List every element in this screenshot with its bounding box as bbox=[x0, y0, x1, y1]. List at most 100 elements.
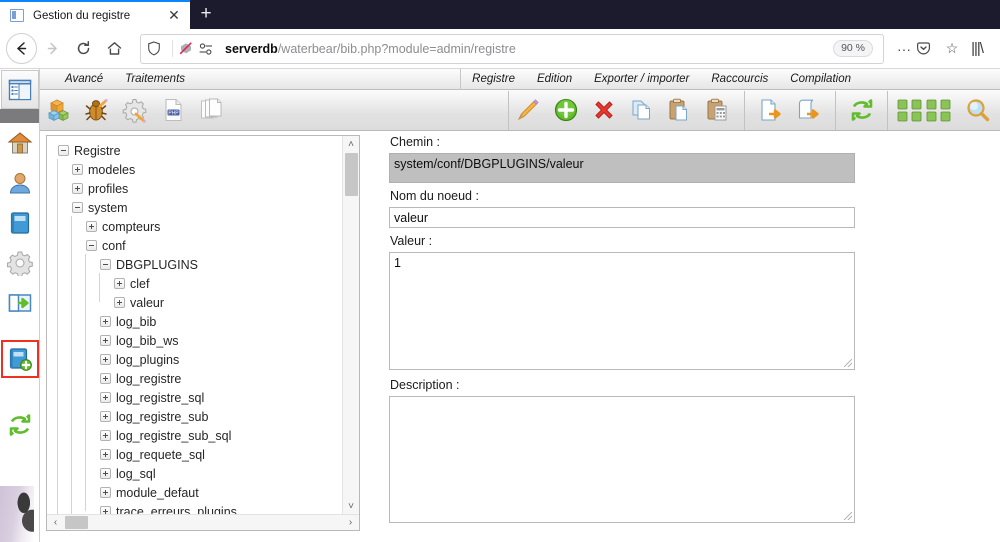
tree-node[interactable]: log_registre_sub bbox=[53, 407, 342, 426]
tree-node[interactable]: valeur bbox=[53, 293, 342, 312]
tree-node-list[interactable]: Registre modeles profiles system compteurs co… bbox=[47, 136, 342, 514]
tree-node[interactable]: log_plugins bbox=[53, 350, 342, 369]
tree-node[interactable]: log_bib_ws bbox=[53, 331, 342, 350]
php-file-icon[interactable]: PHP bbox=[154, 91, 192, 130]
back-icon[interactable] bbox=[6, 33, 37, 64]
tree-node[interactable]: trace_erreurs_plugins bbox=[53, 502, 342, 514]
tree-expand-icon[interactable] bbox=[100, 430, 111, 441]
tree-node[interactable]: compteurs bbox=[53, 217, 342, 236]
debug-bug-icon[interactable] bbox=[78, 91, 116, 130]
shield-icon[interactable] bbox=[147, 41, 167, 56]
scroll-down-icon[interactable]: ˅ bbox=[343, 498, 360, 514]
tree-expand-icon[interactable] bbox=[100, 487, 111, 498]
copy-icon[interactable] bbox=[623, 91, 661, 130]
refresh-icon[interactable] bbox=[843, 91, 881, 130]
tree-expand-icon[interactable] bbox=[100, 411, 111, 422]
sidebar-item-home[interactable] bbox=[0, 123, 39, 163]
zoom-level-badge[interactable]: 90 % bbox=[833, 40, 873, 57]
menu-item-traitements[interactable]: Traitements bbox=[114, 73, 196, 85]
browser-tab[interactable]: Gestion du registre ✕ bbox=[0, 0, 190, 29]
new-tab-button[interactable]: + bbox=[190, 0, 222, 29]
configuration-gear-icon[interactable] bbox=[116, 91, 154, 130]
menu-item-registre[interactable]: Registre bbox=[461, 73, 526, 85]
expand-collapse-all-icon[interactable] bbox=[894, 91, 956, 130]
tree-node[interactable]: modeles bbox=[53, 160, 342, 179]
tree-expand-icon[interactable] bbox=[114, 297, 125, 308]
tree-collapse-icon[interactable] bbox=[58, 145, 69, 156]
tree-node[interactable]: log_registre_sql bbox=[53, 388, 342, 407]
tree-node[interactable]: log_registre_sub_sql bbox=[53, 426, 342, 445]
edit-pencil-icon[interactable] bbox=[509, 91, 547, 130]
sidebar-item-user[interactable] bbox=[0, 163, 39, 203]
nom-du-noeud-input[interactable] bbox=[389, 207, 855, 228]
duplicate-pages-icon[interactable] bbox=[192, 91, 230, 130]
tree-expand-icon[interactable] bbox=[86, 221, 97, 232]
reload-icon[interactable] bbox=[68, 33, 99, 64]
tree-expand-icon[interactable] bbox=[100, 468, 111, 479]
page-actions-icon[interactable]: ··· bbox=[892, 41, 916, 57]
tree-expand-icon[interactable] bbox=[100, 449, 111, 460]
tree-vertical-scrollbar[interactable]: ˄ ˅ bbox=[342, 136, 359, 514]
delete-node-icon[interactable] bbox=[585, 91, 623, 130]
sidebar-item-add-book[interactable] bbox=[0, 339, 39, 379]
menu-item-edition[interactable]: Edition bbox=[526, 73, 583, 85]
pocket-save-icon[interactable] bbox=[916, 41, 940, 56]
home-icon[interactable] bbox=[99, 33, 130, 64]
export-document-icon[interactable] bbox=[790, 91, 828, 130]
menu-item-exporter-importer[interactable]: Exporter / importer bbox=[583, 73, 700, 85]
library-icon[interactable]: |||\ bbox=[964, 40, 990, 57]
description-textarea[interactable] bbox=[389, 396, 855, 523]
bookmark-star-icon[interactable]: ☆ bbox=[940, 40, 964, 57]
valeur-textarea[interactable]: 1 bbox=[389, 252, 855, 370]
tree-expand-icon[interactable] bbox=[100, 373, 111, 384]
sidebar-item-transfer[interactable] bbox=[0, 283, 39, 323]
forward-icon[interactable] bbox=[37, 33, 68, 64]
paste-icon[interactable] bbox=[661, 91, 699, 130]
tree-expand-icon[interactable] bbox=[100, 316, 111, 327]
tree-expand-icon[interactable] bbox=[100, 392, 111, 403]
tree-node[interactable]: log_bib bbox=[53, 312, 342, 331]
tree-node[interactable]: profiles bbox=[53, 179, 342, 198]
tree-expand-icon[interactable] bbox=[100, 335, 111, 346]
menu-item-compilation[interactable]: Compilation bbox=[779, 73, 862, 85]
tree-node[interactable]: log_sql bbox=[53, 464, 342, 483]
scroll-up-icon[interactable]: ˄ bbox=[343, 136, 360, 152]
horizontal-scroll-thumb[interactable] bbox=[65, 516, 88, 529]
tree-expand-icon[interactable] bbox=[100, 506, 111, 514]
tree-expand-icon[interactable] bbox=[72, 183, 83, 194]
tree-collapse-icon[interactable] bbox=[72, 202, 83, 213]
tree-node[interactable]: log_registre bbox=[53, 369, 342, 388]
tree-collapse-icon[interactable] bbox=[86, 240, 97, 251]
scroll-right-icon[interactable]: › bbox=[342, 515, 359, 531]
tree-node[interactable]: system bbox=[53, 198, 342, 217]
vertical-scroll-thumb[interactable] bbox=[344, 153, 358, 196]
sidebar-item-refresh[interactable] bbox=[0, 405, 39, 445]
tree-collapse-icon[interactable] bbox=[100, 259, 111, 270]
site-permissions-icon[interactable] bbox=[198, 42, 218, 56]
sidebar-item-registre[interactable] bbox=[1, 70, 39, 109]
tree-node[interactable]: clef bbox=[53, 274, 342, 293]
tree-node[interactable]: Registre bbox=[53, 141, 342, 160]
sidebar-item-book[interactable] bbox=[0, 203, 39, 243]
tracking-protection-off-icon[interactable] bbox=[178, 41, 198, 56]
url-text[interactable]: serverdb/waterbear/bib.php?module=admin/… bbox=[225, 42, 833, 56]
tree-node[interactable]: log_requete_sql bbox=[53, 445, 342, 464]
tree-expand-icon[interactable] bbox=[100, 354, 111, 365]
menu-item-avance[interactable]: Avancé bbox=[54, 73, 114, 85]
close-tab-icon[interactable]: ✕ bbox=[166, 7, 182, 24]
add-node-icon[interactable] bbox=[547, 91, 585, 130]
menu-item-raccourcis[interactable]: Raccourcis bbox=[700, 73, 779, 85]
paste-special-icon[interactable] bbox=[699, 91, 737, 130]
search-magnifier-icon[interactable] bbox=[956, 91, 1000, 130]
modules-icon[interactable] bbox=[40, 91, 78, 130]
tree-horizontal-scrollbar[interactable]: ‹ › bbox=[47, 514, 359, 530]
tree-node[interactable]: conf bbox=[53, 236, 342, 255]
sidebar-item-settings[interactable] bbox=[0, 243, 39, 283]
export-file-icon[interactable] bbox=[752, 91, 790, 130]
tree-node[interactable]: module_defaut bbox=[53, 483, 342, 502]
tree-expand-icon[interactable] bbox=[114, 278, 125, 289]
scroll-left-icon[interactable]: ‹ bbox=[47, 515, 64, 531]
tree-expand-icon[interactable] bbox=[72, 164, 83, 175]
tree-node[interactable]: DBGPLUGINS bbox=[53, 255, 342, 274]
address-bar[interactable]: serverdb/waterbear/bib.php?module=admin/… bbox=[140, 33, 884, 64]
